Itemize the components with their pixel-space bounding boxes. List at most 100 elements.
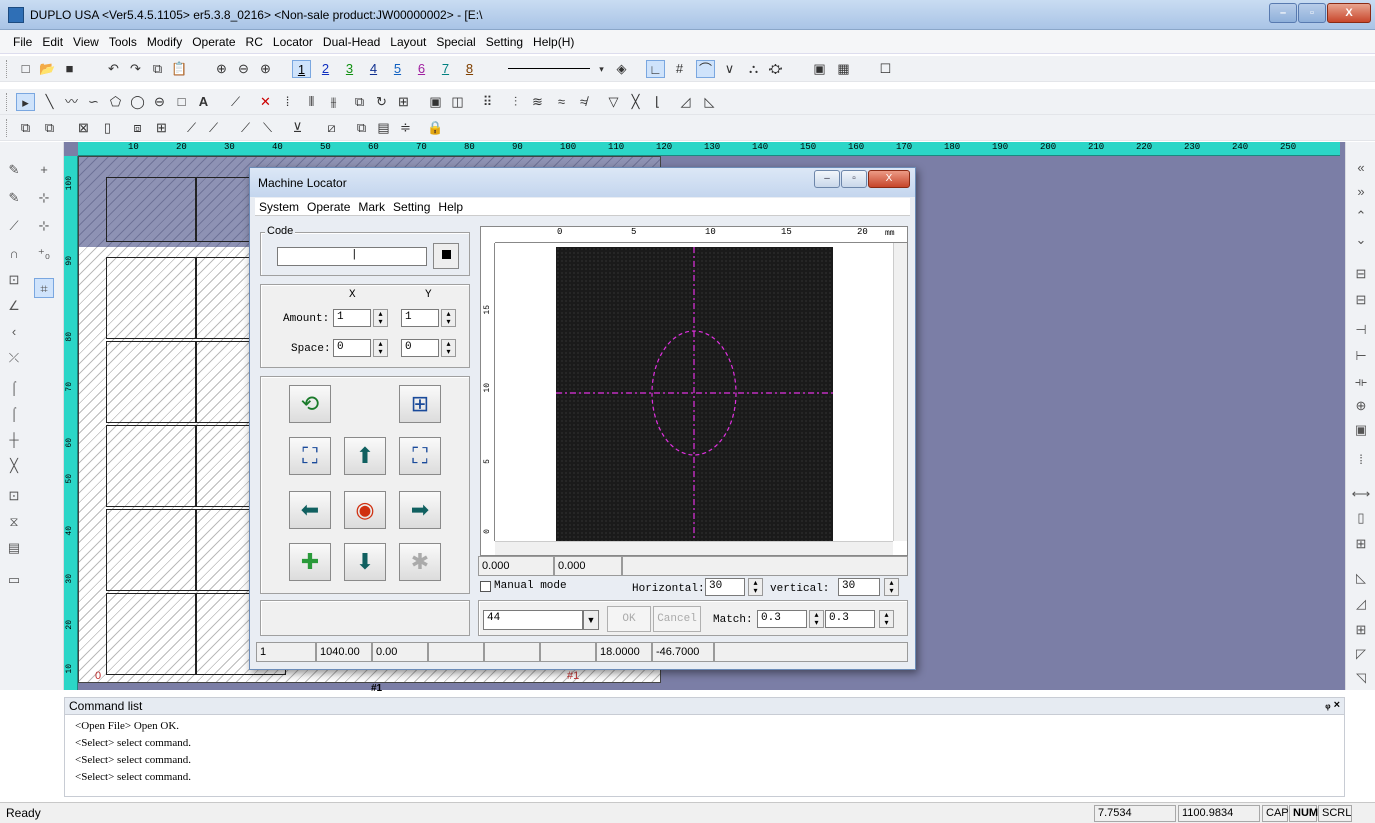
head-left-button[interactable]: ⛶ — [289, 437, 331, 475]
pin-close-icon[interactable]: ᵩ × — [1325, 699, 1340, 711]
head-right-button[interactable]: ⛶ — [399, 437, 441, 475]
layout-cell[interactable] — [106, 593, 196, 675]
layer-3-button[interactable]: 3 — [340, 60, 359, 78]
distribute-icon[interactable]: ⁞ — [1351, 450, 1371, 470]
paste-layout-icon[interactable]: ⧉ — [40, 119, 59, 137]
disabled-cross-button[interactable]: ✱ — [399, 543, 441, 581]
amount-x-input[interactable]: 1 — [333, 309, 371, 327]
move-left-button[interactable]: ⬅ — [289, 491, 331, 529]
center-h-icon[interactable]: ⟛ — [1351, 372, 1371, 392]
panel-icon[interactable]: ▭ — [4, 570, 24, 590]
align-icon[interactable]: ⊞ — [394, 93, 413, 111]
pen-icon[interactable]: ✎ — [4, 160, 24, 180]
corner-bl-icon[interactable]: ◺ — [1351, 568, 1371, 588]
horizontal-spinner[interactable]: ▴ ▾ — [748, 578, 763, 596]
node-icon[interactable]: ⛬ — [744, 60, 763, 78]
layer-8-button[interactable]: 8 — [460, 60, 479, 78]
zoom-all-icon[interactable]: ⊕ — [256, 60, 275, 78]
align-right-icon[interactable]: ⊢ — [1351, 346, 1371, 366]
menu-layout[interactable]: Layout — [385, 30, 431, 49]
move-down-button[interactable]: ⬇ — [344, 543, 386, 581]
menu-operate[interactable]: Operate — [187, 30, 240, 49]
layer-5-button[interactable]: 5 — [388, 60, 407, 78]
menu-modify[interactable]: Modify — [142, 30, 187, 49]
knife-c-icon[interactable]: ⟋ — [236, 119, 255, 137]
ok-button[interactable]: OK — [607, 606, 651, 632]
plus-line-icon[interactable]: ┼ — [4, 430, 24, 450]
transform-icon[interactable]: ⧉ — [350, 93, 369, 111]
align-bottom-icon[interactable]: ⊟ — [1351, 290, 1371, 310]
menu-view[interactable]: View — [68, 30, 104, 49]
point-b-icon[interactable]: ⊹ — [34, 216, 54, 236]
text-icon[interactable]: A — [194, 93, 213, 111]
menu-edit[interactable]: Edit — [37, 30, 68, 49]
layout-icon[interactable]: ▦ — [834, 60, 853, 78]
camera-vscrollbar[interactable] — [893, 243, 907, 541]
vertex-icon[interactable]: ∨ — [720, 60, 739, 78]
ratio-icon[interactable]: ▯ — [98, 119, 117, 137]
open-folder-icon[interactable]: 📂 — [38, 60, 57, 78]
lock-icon[interactable]: 🔒 — [426, 119, 445, 137]
distribute-icon[interactable]: ⫶ — [506, 93, 525, 111]
copy-icon[interactable]: ⧉ — [148, 60, 167, 78]
camera-live-view[interactable] — [556, 247, 833, 541]
menu-tools[interactable]: Tools — [104, 30, 142, 49]
slash-icon[interactable]: ⟋ — [4, 216, 24, 236]
corner-center-icon[interactable]: ⊞ — [1351, 620, 1371, 640]
dialog-menu-system[interactable]: System — [255, 198, 303, 214]
center-v-icon[interactable]: ⊕ — [1351, 396, 1371, 416]
delete-icon[interactable]: ✕ — [256, 93, 275, 111]
crosscut-icon[interactable]: ╳ — [626, 93, 645, 111]
ellipse-icon[interactable]: ⊖ — [150, 93, 169, 111]
barcode-icon[interactable]: ▤ — [374, 119, 393, 137]
collapse-right-icon[interactable]: » — [1351, 182, 1371, 202]
split-icon[interactable]: ≑ — [396, 119, 415, 137]
manual-mode-checkbox[interactable] — [480, 581, 491, 592]
trim-icon[interactable]: ⊻ — [288, 119, 307, 137]
snap-icon[interactable]: ⌒ — [696, 60, 715, 78]
knife-a-icon[interactable]: ⟋ — [182, 119, 201, 137]
move-home-button[interactable]: ◉ — [344, 491, 386, 529]
layout-cell[interactable] — [106, 257, 196, 339]
space-y-input[interactable]: 0 — [401, 339, 439, 357]
reset-cycle-button[interactable]: ⟲ — [289, 385, 331, 423]
menu-rc[interactable]: RC — [241, 30, 268, 49]
ruler-icon[interactable]: ∟ — [646, 60, 665, 78]
mark-icon[interactable]: ⊠ — [74, 119, 93, 137]
layer-7-button[interactable]: 7 — [436, 60, 455, 78]
point-add-icon[interactable]: ⊹ — [34, 188, 54, 208]
paste-icon[interactable]: 📋 — [170, 60, 189, 78]
diagonal-cut-icon[interactable]: ⧖ — [4, 512, 24, 532]
size-icon[interactable]: ⊞ — [1351, 534, 1371, 554]
cross-slash-icon[interactable]: ⤫ — [4, 348, 24, 368]
menu-special[interactable]: Special — [431, 30, 480, 49]
angle-icon[interactable]: ∠ — [4, 296, 24, 316]
line-icon[interactable]: ╲ — [40, 93, 59, 111]
dialog-maximize-button[interactable]: ▫ — [841, 170, 867, 188]
pen-b-icon[interactable]: ✎ — [4, 188, 24, 208]
amount-x-spinner[interactable]: ▴ ▾ — [373, 309, 388, 327]
width-icon[interactable]: ⟷ — [1351, 484, 1371, 504]
menu-setting[interactable]: Setting — [481, 30, 528, 49]
align-left-icon[interactable]: ⊣ — [1351, 320, 1371, 340]
layer-4-button[interactable]: 4 — [364, 60, 383, 78]
corner-tr-icon[interactable]: ◹ — [1351, 668, 1371, 688]
layer-6-button[interactable]: 6 — [412, 60, 431, 78]
dialog-menu-setting[interactable]: Setting — [389, 198, 434, 214]
save-icon[interactable]: ■ — [60, 60, 79, 78]
fillet-icon[interactable]: ◿ — [676, 93, 695, 111]
knife-b-icon[interactable]: ⟋ — [204, 119, 223, 137]
code-color-button[interactable] — [433, 243, 459, 269]
x-line-icon[interactable]: ╳ — [4, 456, 24, 476]
circle-icon[interactable]: ◯ — [128, 93, 147, 111]
minimize-button[interactable]: – — [1269, 3, 1297, 23]
wave-b-icon[interactable]: ≈ — [552, 93, 571, 111]
layout-cell[interactable] — [106, 341, 196, 423]
code-input[interactable]: | — [277, 247, 427, 266]
layer-1-button[interactable]: 1 — [292, 60, 311, 78]
space-x-input[interactable]: 0 — [333, 339, 371, 357]
nest-icon[interactable]: ⧈ — [128, 119, 147, 137]
mirror-h-icon[interactable]: ⫴ — [302, 93, 321, 111]
collapse-left-icon[interactable]: « — [1351, 158, 1371, 178]
frame-icon[interactable]: ⧉ — [352, 119, 371, 137]
